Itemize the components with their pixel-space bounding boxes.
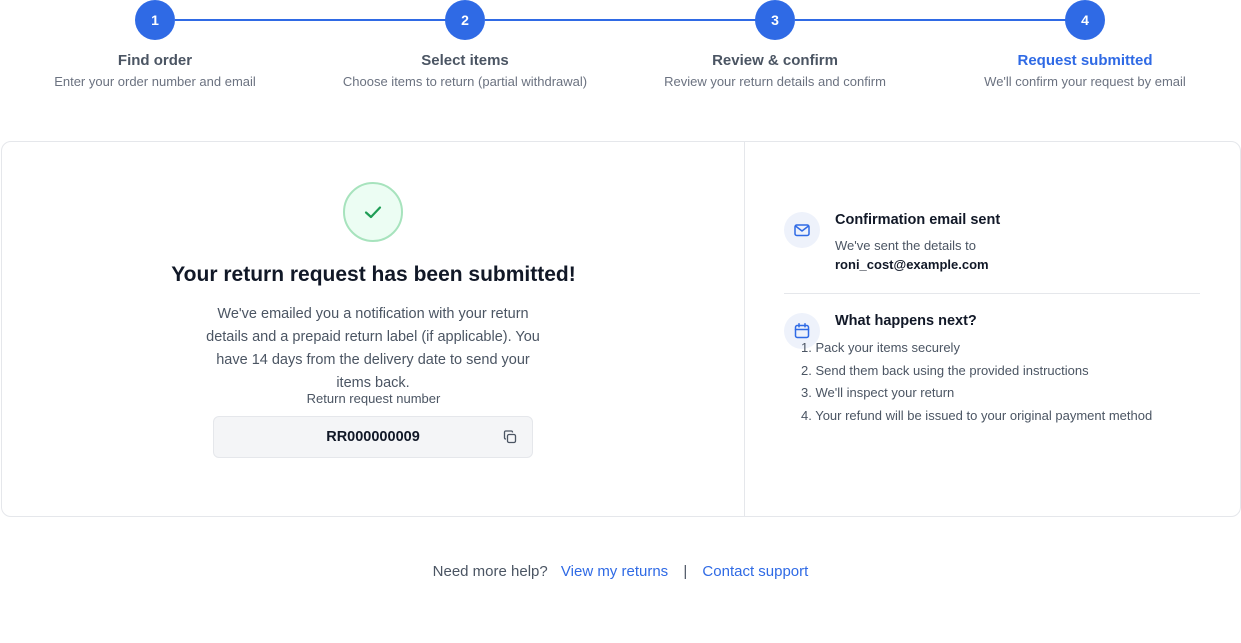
- step-number: 2: [445, 0, 485, 40]
- step-description: We'll confirm your request by email: [984, 74, 1186, 89]
- reference-label: Return request number: [306, 391, 441, 406]
- confirmation-text: We've sent the details to: [835, 238, 976, 253]
- confirmation-title: Confirmation email sent: [835, 212, 1001, 228]
- step-select-items: 2 Select items Choose items to return (p…: [315, 0, 615, 89]
- reference-box: RR000000009: [213, 416, 533, 458]
- step-description: Choose items to return (partial withdraw…: [342, 74, 588, 89]
- reference-number: RR000000009: [326, 429, 420, 445]
- step-description: Review your return details and confirm: [664, 74, 886, 89]
- step-title: Review & confirm: [712, 52, 838, 69]
- list-item: 4. Your refund will be issued to your or…: [801, 407, 1153, 423]
- confirmation-email: roni_cost@example.com: [835, 257, 989, 272]
- step-description: Enter your order number and email: [54, 74, 256, 89]
- confirmation-card: Your return request has been submitted! …: [1, 141, 1241, 517]
- info-panel: Confirmation email sent We've sent the d…: [745, 142, 1240, 516]
- next-steps-list: 1. Pack your items securely 2. Send them…: [801, 340, 1152, 430]
- step-request-submitted: 4 Request submitted We'll confirm your r…: [935, 0, 1235, 89]
- help-text: Need more help?: [432, 563, 548, 580]
- help-footer: Need more help? View my returns | Contac…: [0, 563, 1241, 580]
- step-title: Request submitted: [1017, 52, 1153, 69]
- step-title: Find order: [117, 52, 193, 69]
- divider: [784, 293, 1200, 294]
- list-item: 2. Send them back using the provided ins…: [801, 362, 1089, 378]
- view-returns-link[interactable]: View my returns: [561, 563, 668, 580]
- success-message: We've emailed you a notification with yo…: [206, 306, 540, 391]
- step-find-order: 1 Find order Enter your order number and…: [5, 0, 305, 89]
- success-title: Your return request has been submitted!: [171, 263, 576, 286]
- list-item: 1. Pack your items securely: [801, 340, 960, 355]
- footer-separator: |: [683, 563, 688, 580]
- contact-support-link[interactable]: Contact support: [702, 563, 808, 580]
- step-number: 4: [1065, 0, 1105, 40]
- next-steps-title: What happens next?: [835, 313, 977, 329]
- check-icon: [343, 182, 403, 242]
- step-number: 1: [135, 0, 175, 40]
- mail-icon: [784, 212, 820, 248]
- copy-icon[interactable]: [503, 430, 517, 444]
- step-review-confirm: 3 Review & confirm Review your return de…: [625, 0, 925, 89]
- step-title: Select items: [421, 52, 509, 69]
- list-item: 3. We'll inspect your return: [801, 385, 955, 401]
- step-number: 3: [755, 0, 795, 40]
- progress-stepper: 1 Find order Enter your order number and…: [0, 0, 1241, 100]
- success-panel: Your return request has been submitted! …: [2, 142, 745, 516]
